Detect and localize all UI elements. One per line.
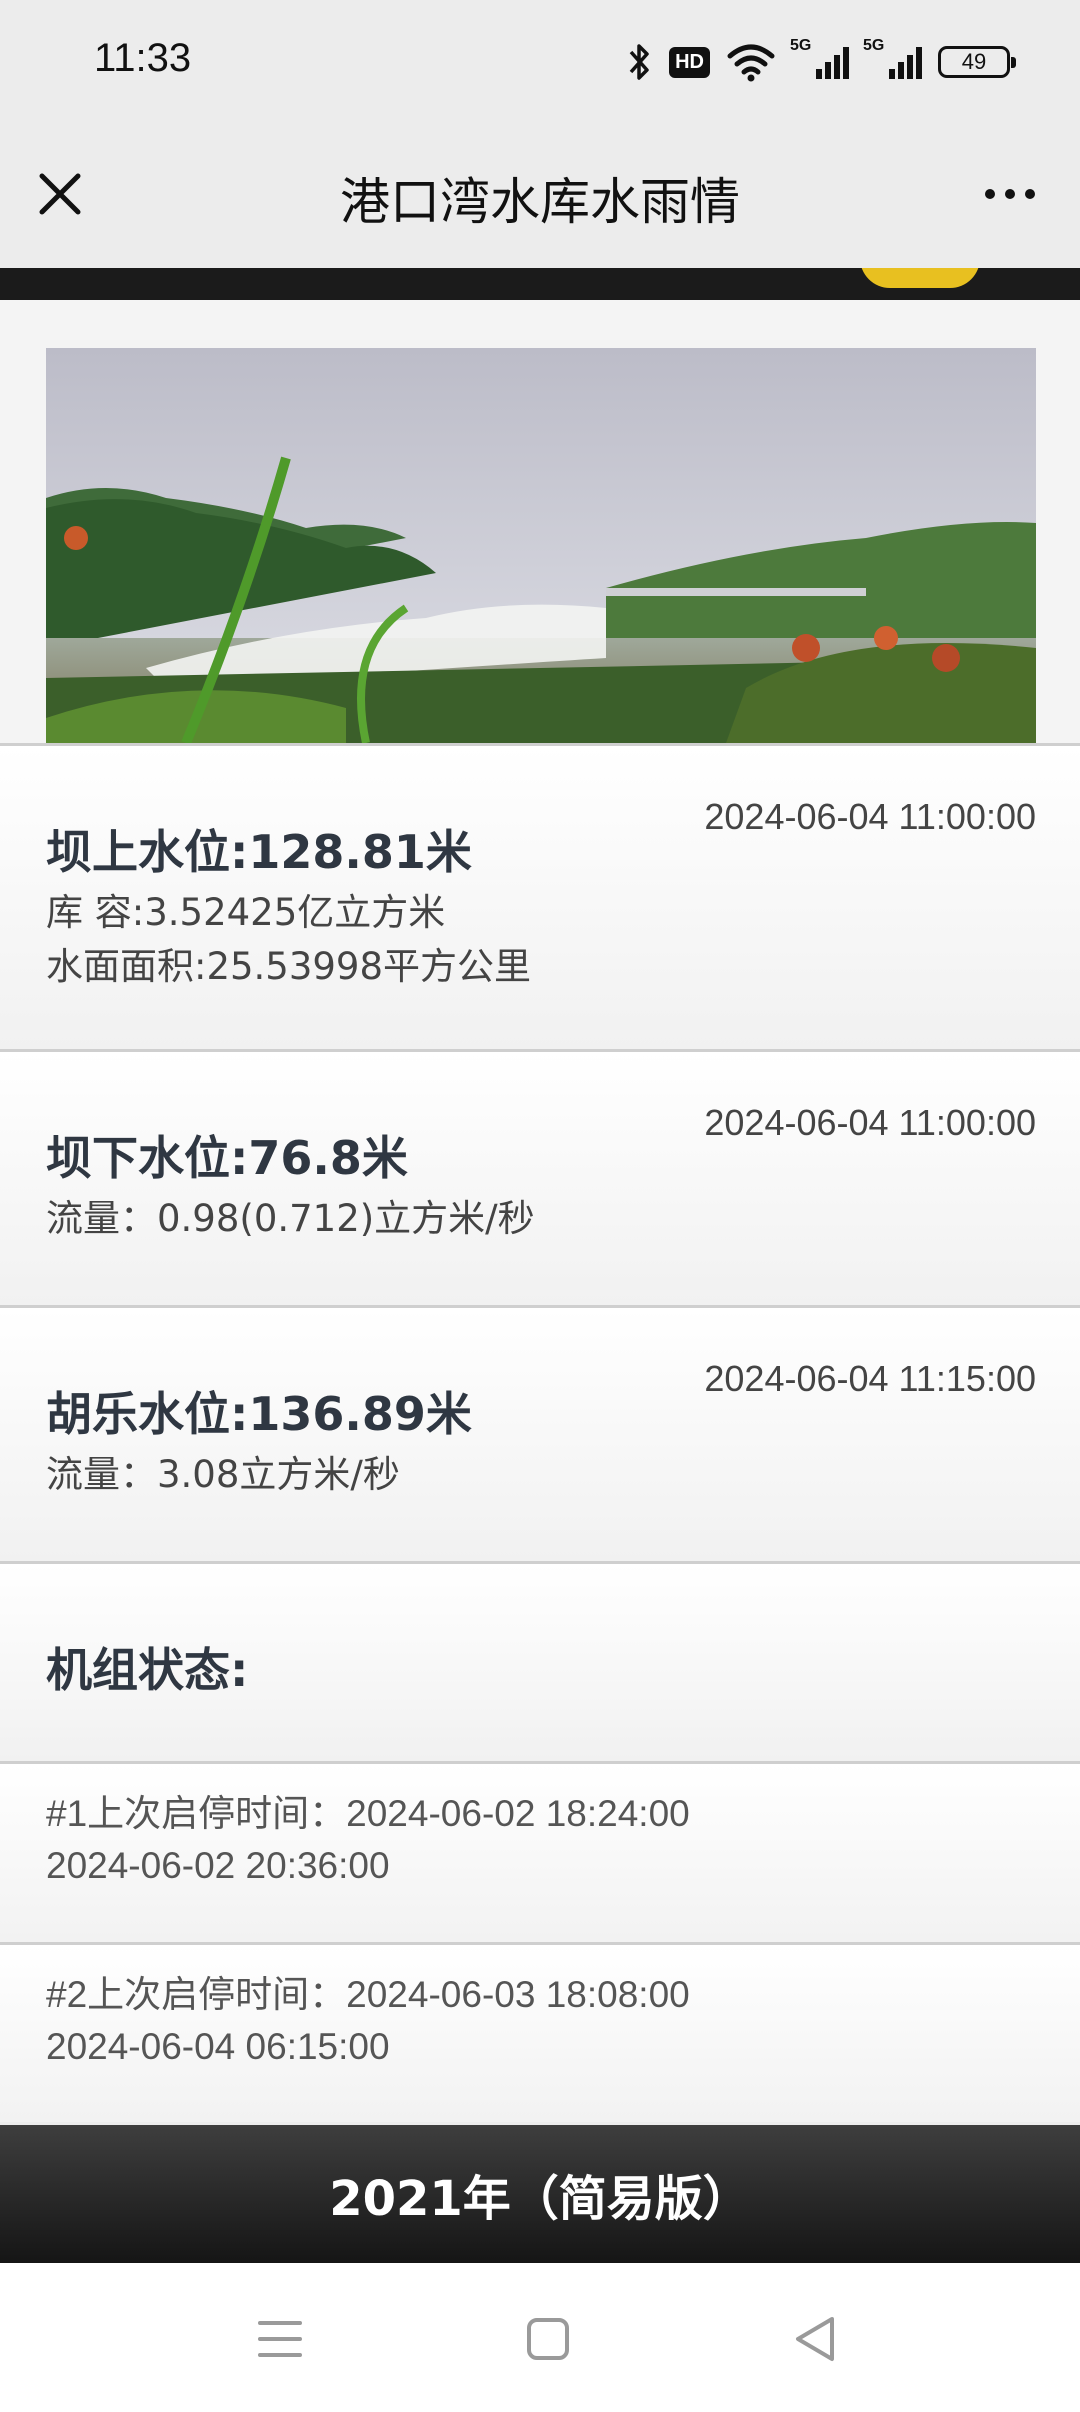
bluetooth-icon xyxy=(629,44,649,80)
downstream-title: 坝下水位:76.8米 xyxy=(46,1131,408,1185)
reservoir-photo xyxy=(46,348,1036,743)
unit-1-row: #1上次启停时间：2024-06-02 18:24:00 2024-06-02 … xyxy=(0,1761,1080,1942)
home-icon[interactable] xyxy=(520,2311,576,2367)
downstream-flow-text: 流量：0.98(0.712)立方米/秒 xyxy=(46,1197,535,1240)
hule-water-level-card: 2024-06-04 11:15:00 胡乐水位:136.89米 流量：3.08… xyxy=(0,1305,1080,1561)
simple-version-button[interactable]: 2021年（简易版） xyxy=(0,2125,1080,2263)
unit-status-title: 机组状态: xyxy=(46,1643,249,1697)
page-title: 港口湾水库水雨情 xyxy=(340,173,740,231)
unit-2-start-time: #2上次启停时间：2024-06-03 18:08:00 xyxy=(46,1974,690,2015)
unit-status-card: 机组状态: xyxy=(0,1561,1080,1761)
upstream-water-level-card: 2024-06-04 11:00:00 坝上水位:128.81米 库 容:3.5… xyxy=(0,743,1080,1049)
unit-1-start-time: #1上次启停时间：2024-06-02 18:24:00 xyxy=(46,1793,690,1834)
unit-2-row: #2上次启停时间：2024-06-03 18:08:00 2024-06-04 … xyxy=(0,1942,1080,2122)
top-divider xyxy=(0,268,1080,300)
downstream-timestamp: 2024-06-04 11:00:00 xyxy=(704,1102,1036,1143)
nav-bar: 港口湾水库水雨情 xyxy=(0,118,1080,268)
upstream-title: 坝上水位:128.81米 xyxy=(46,825,472,879)
more-icon[interactable] xyxy=(970,164,1050,224)
wifi-icon xyxy=(727,44,775,82)
menu-icon[interactable] xyxy=(252,2311,308,2367)
signal-5g-icon: 5G xyxy=(863,37,922,79)
unit-2-stop-time: 2024-06-04 06:15:00 xyxy=(46,2026,390,2067)
status-bar: 11:33 HD 5G 5G 49 xyxy=(0,0,1080,118)
unit-1-stop-time: 2024-06-02 20:36:00 xyxy=(46,1845,390,1886)
upstream-timestamp: 2024-06-04 11:00:00 xyxy=(704,796,1036,837)
hule-title: 胡乐水位:136.89米 xyxy=(46,1387,472,1441)
main-content: 2024-06-04 11:00:00 坝上水位:128.81米 库 容:3.5… xyxy=(0,300,1080,2122)
hule-flow-text: 流量：3.08立方米/秒 xyxy=(46,1453,400,1496)
back-icon[interactable] xyxy=(788,2311,844,2367)
hule-timestamp: 2024-06-04 11:15:00 xyxy=(704,1358,1036,1399)
battery-level: 49 xyxy=(961,49,987,74)
hd-icon: HD xyxy=(669,46,710,78)
status-icons: HD 5G 5G 49 xyxy=(627,36,1016,88)
system-nav-bar xyxy=(0,2263,1080,2412)
battery-icon: 49 xyxy=(938,46,1016,78)
status-time: 11:33 xyxy=(94,36,192,80)
downstream-water-level-card: 2024-06-04 11:00:00 坝下水位:76.8米 流量：0.98(0… xyxy=(0,1049,1080,1305)
capacity-text: 库 容:3.52425亿立方米 xyxy=(46,891,446,934)
surface-area-text: 水面面积:25.53998平方公里 xyxy=(46,945,532,988)
signal-5g-icon: 5G xyxy=(790,37,849,79)
